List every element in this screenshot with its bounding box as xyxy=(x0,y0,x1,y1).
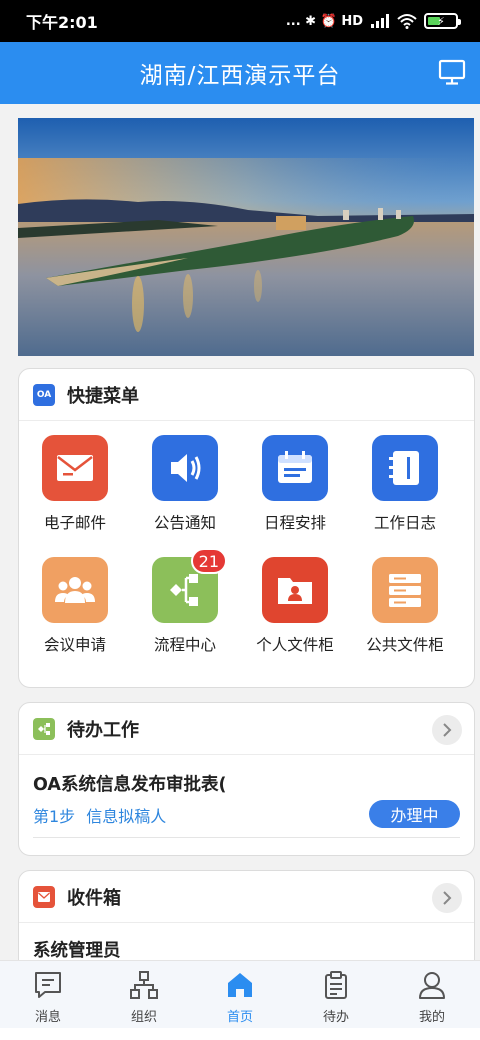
menu-item-workflow[interactable]: 21 流程中心 xyxy=(130,548,240,655)
flow-small-icon xyxy=(33,717,55,740)
menu-label-workflow: 流程中心 xyxy=(153,636,216,654)
wifi-icon xyxy=(397,14,417,29)
quick-menu-grid: 电子邮件 公告通知 日程安排 工作日志 会议申请 21 流程中心 个人文件柜 公… xyxy=(19,421,474,687)
tab-profile[interactable]: 我的 xyxy=(384,961,480,1028)
inbox-header: 收件箱 xyxy=(19,871,474,923)
monitor-icon[interactable] xyxy=(436,56,468,88)
menu-label-schedule: 日程安排 xyxy=(263,514,326,532)
message-icon xyxy=(35,972,61,998)
status-badge[interactable]: 办理中 xyxy=(369,800,460,828)
menu-item-worklog[interactable]: 工作日志 xyxy=(350,435,460,533)
inbox-more-chevron-icon[interactable] xyxy=(432,883,462,913)
tab-label-profile: 我的 xyxy=(418,1010,445,1025)
tab-label-home: 首页 xyxy=(226,1010,253,1025)
status-time: 下午2:01 xyxy=(26,13,98,32)
todo-header: 待办工作 xyxy=(19,703,474,755)
notebook-icon xyxy=(372,435,438,501)
signal-icon xyxy=(371,14,389,28)
mail-icon xyxy=(42,435,108,501)
inbox-title: 收件箱 xyxy=(67,887,121,909)
banner-image[interactable] xyxy=(18,118,474,356)
bottom-tab-bar: 消息 组织 首页 待办 我的 xyxy=(0,960,480,1028)
todo-item-step: 第1步 信息拟稿人 xyxy=(33,807,167,826)
org-icon xyxy=(130,971,158,999)
todo-title: 待办工作 xyxy=(67,719,139,741)
todo-card[interactable]: 待办工作 OA系统信息发布审批表( 第1步 信息拟稿人 办理中 xyxy=(18,702,475,856)
server-icon xyxy=(372,557,438,623)
app-bar: 湖南/江西演示平台 xyxy=(0,42,480,104)
menu-label-meeting: 会议申请 xyxy=(43,636,106,654)
tab-label-organization: 组织 xyxy=(130,1010,157,1025)
flow-icon: 21 xyxy=(152,548,227,623)
home-icon xyxy=(228,973,252,997)
menu-item-notice[interactable]: 公告通知 xyxy=(130,435,240,533)
quick-menu-title: 快捷菜单 xyxy=(67,385,139,407)
menu-item-email[interactable]: 电子邮件 xyxy=(20,435,130,533)
clipboard-icon xyxy=(325,971,347,999)
menu-item-public-cabinet[interactable]: 公共文件柜 xyxy=(350,557,460,655)
calendar-icon xyxy=(262,435,328,501)
menu-label-email: 电子邮件 xyxy=(43,514,106,532)
todo-divider xyxy=(33,837,460,838)
phone-screen: 下午2:01 ... ✱ ⏰ HD ⚡ 湖南/江西演示平台 OA 快捷菜单 电子… xyxy=(0,0,480,1040)
todo-more-chevron-icon[interactable] xyxy=(432,715,462,745)
menu-item-personal-cabinet[interactable]: 个人文件柜 xyxy=(240,557,350,655)
status-bar: 下午2:01 ... ✱ ⏰ HD ⚡ xyxy=(0,0,480,42)
speaker-icon xyxy=(152,435,218,501)
tab-organization[interactable]: 组织 xyxy=(96,961,192,1028)
workflow-badge: 21 xyxy=(190,548,227,574)
bottom-strip xyxy=(0,1028,480,1040)
person-folder-icon xyxy=(262,557,328,623)
menu-item-schedule[interactable]: 日程安排 xyxy=(240,435,350,533)
quick-menu-card: OA 快捷菜单 电子邮件 公告通知 日程安排 工作日志 会议申请 21 流程中心… xyxy=(18,368,475,688)
battery-icon: ⚡ xyxy=(424,13,461,29)
tab-home[interactable]: 首页 xyxy=(192,961,288,1028)
tab-label-todo: 待办 xyxy=(322,1010,349,1025)
group-icon xyxy=(42,557,108,623)
page-title: 湖南/江西演示平台 xyxy=(139,63,341,89)
user-icon xyxy=(419,972,445,999)
menu-label-worklog: 工作日志 xyxy=(373,514,436,532)
menu-item-meeting[interactable]: 会议申请 xyxy=(20,557,130,655)
status-indicators: ... ✱ ⏰ HD xyxy=(285,13,363,29)
menu-label-personal-cabinet: 个人文件柜 xyxy=(256,636,334,654)
status-icons: ... ✱ ⏰ HD ⚡ xyxy=(285,13,461,29)
oa-icon: OA xyxy=(33,383,55,406)
todo-item-title[interactable]: OA系统信息发布审批表( xyxy=(33,771,226,796)
menu-label-notice: 公告通知 xyxy=(153,514,216,532)
mail-small-icon xyxy=(33,885,55,908)
tab-messages[interactable]: 消息 xyxy=(0,961,96,1028)
tab-todo[interactable]: 待办 xyxy=(288,961,384,1028)
tab-label-messages: 消息 xyxy=(34,1010,61,1025)
quick-menu-header: OA 快捷菜单 xyxy=(19,369,474,421)
inbox-item-sender[interactable]: 系统管理员 xyxy=(33,937,121,962)
menu-label-public-cabinet: 公共文件柜 xyxy=(366,636,444,654)
